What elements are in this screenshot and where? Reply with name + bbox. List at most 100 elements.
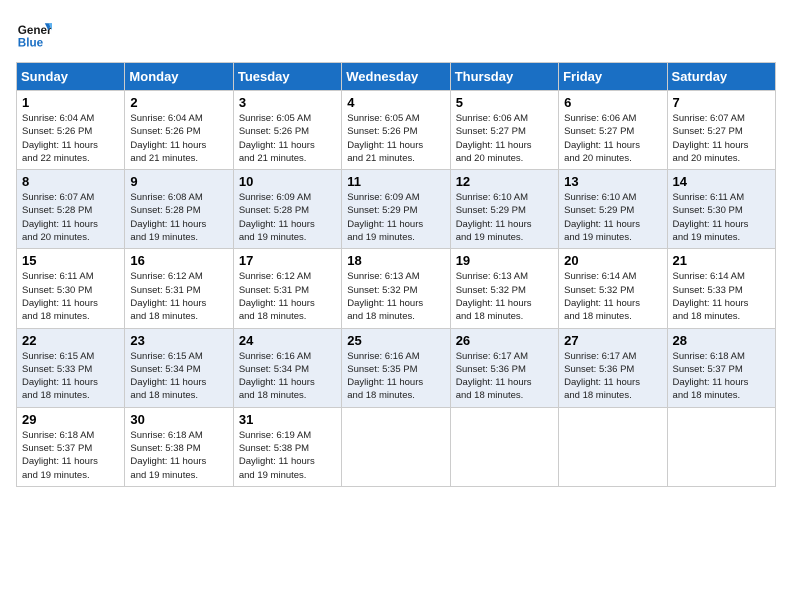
empty-cell <box>667 407 775 486</box>
day-cell-18: 18 Sunrise: 6:13 AM Sunset: 5:32 PM Dayli… <box>342 249 450 328</box>
day-number-30: 30 <box>130 412 227 427</box>
day-cell-29: 29 Sunrise: 6:18 AM Sunset: 5:37 PM Dayli… <box>17 407 125 486</box>
day-info-3: Sunrise: 6:05 AM Sunset: 5:26 PM Dayligh… <box>239 112 336 165</box>
day-info-4: Sunrise: 6:05 AM Sunset: 5:26 PM Dayligh… <box>347 112 444 165</box>
calendar-table: SundayMondayTuesdayWednesdayThursdayFrid… <box>16 62 776 487</box>
day-number-18: 18 <box>347 253 444 268</box>
day-number-2: 2 <box>130 95 227 110</box>
day-number-4: 4 <box>347 95 444 110</box>
day-cell-1: 1Sunrise: 6:04 AM Sunset: 5:26 PM Daylig… <box>17 91 125 170</box>
day-info-16: Sunrise: 6:12 AM Sunset: 5:31 PM Dayligh… <box>130 270 227 323</box>
day-info-9: Sunrise: 6:08 AM Sunset: 5:28 PM Dayligh… <box>130 191 227 244</box>
day-cell-30: 30 Sunrise: 6:18 AM Sunset: 5:38 PM Dayli… <box>125 407 233 486</box>
day-number-20: 20 <box>564 253 661 268</box>
day-cell-7: 7 Sunrise: 6:07 AM Sunset: 5:27 PM Daylig… <box>667 91 775 170</box>
day-number-25: 25 <box>347 333 444 348</box>
day-info-24: Sunrise: 6:16 AM Sunset: 5:34 PM Dayligh… <box>239 350 336 403</box>
day-info-31: Sunrise: 6:19 AM Sunset: 5:38 PM Dayligh… <box>239 429 336 482</box>
day-number-27: 27 <box>564 333 661 348</box>
day-cell-11: 11 Sunrise: 6:09 AM Sunset: 5:29 PM Dayli… <box>342 170 450 249</box>
day-cell-15: 15Sunrise: 6:11 AM Sunset: 5:30 PM Dayli… <box>17 249 125 328</box>
day-info-21: Sunrise: 6:14 AM Sunset: 5:33 PM Dayligh… <box>673 270 770 323</box>
day-number-6: 6 <box>564 95 661 110</box>
day-number-13: 13 <box>564 174 661 189</box>
day-cell-25: 25 Sunrise: 6:16 AM Sunset: 5:35 PM Dayli… <box>342 328 450 407</box>
svg-text:Blue: Blue <box>18 37 44 50</box>
logo: General Blue <box>16 16 58 52</box>
day-info-25: Sunrise: 6:16 AM Sunset: 5:35 PM Dayligh… <box>347 350 444 403</box>
day-info-29: Sunrise: 6:18 AM Sunset: 5:37 PM Dayligh… <box>22 429 119 482</box>
day-number-17: 17 <box>239 253 336 268</box>
weekday-header-friday: Friday <box>559 63 667 91</box>
day-number-23: 23 <box>130 333 227 348</box>
day-info-1: Sunrise: 6:04 AM Sunset: 5:26 PM Dayligh… <box>22 112 119 165</box>
day-number-12: 12 <box>456 174 553 189</box>
weekday-header-row: SundayMondayTuesdayWednesdayThursdayFrid… <box>17 63 776 91</box>
day-number-10: 10 <box>239 174 336 189</box>
day-number-24: 24 <box>239 333 336 348</box>
empty-cell <box>450 407 558 486</box>
day-cell-21: 21 Sunrise: 6:14 AM Sunset: 5:33 PM Dayli… <box>667 249 775 328</box>
day-cell-28: 28 Sunrise: 6:18 AM Sunset: 5:37 PM Dayli… <box>667 328 775 407</box>
day-cell-16: 16Sunrise: 6:12 AM Sunset: 5:31 PM Dayli… <box>125 249 233 328</box>
day-cell-31: 31 Sunrise: 6:19 AM Sunset: 5:38 PM Dayli… <box>233 407 341 486</box>
day-info-17: Sunrise: 6:12 AM Sunset: 5:31 PM Dayligh… <box>239 270 336 323</box>
day-cell-24: 24 Sunrise: 6:16 AM Sunset: 5:34 PM Dayli… <box>233 328 341 407</box>
day-cell-19: 19Sunrise: 6:13 AM Sunset: 5:32 PM Dayli… <box>450 249 558 328</box>
day-cell-2: 2 Sunrise: 6:04 AM Sunset: 5:26 PM Daylig… <box>125 91 233 170</box>
day-info-23: Sunrise: 6:15 AM Sunset: 5:34 PM Dayligh… <box>130 350 227 403</box>
weekday-header-sunday: Sunday <box>17 63 125 91</box>
day-info-13: Sunrise: 6:10 AM Sunset: 5:29 PM Dayligh… <box>564 191 661 244</box>
day-info-22: Sunrise: 6:15 AM Sunset: 5:33 PM Dayligh… <box>22 350 119 403</box>
day-number-21: 21 <box>673 253 770 268</box>
weekday-header-thursday: Thursday <box>450 63 558 91</box>
weekday-header-tuesday: Tuesday <box>233 63 341 91</box>
day-cell-12: 12 Sunrise: 6:10 AM Sunset: 5:29 PM Dayli… <box>450 170 558 249</box>
day-info-30: Sunrise: 6:18 AM Sunset: 5:38 PM Dayligh… <box>130 429 227 482</box>
day-number-11: 11 <box>347 174 444 189</box>
day-cell-26: 26Sunrise: 6:17 AM Sunset: 5:36 PM Dayli… <box>450 328 558 407</box>
day-number-7: 7 <box>673 95 770 110</box>
day-number-29: 29 <box>22 412 119 427</box>
day-number-9: 9 <box>130 174 227 189</box>
day-info-15: Sunrise: 6:11 AM Sunset: 5:30 PM Dayligh… <box>22 270 119 323</box>
day-number-31: 31 <box>239 412 336 427</box>
day-cell-5: 5Sunrise: 6:06 AM Sunset: 5:27 PM Daylig… <box>450 91 558 170</box>
day-info-7: Sunrise: 6:07 AM Sunset: 5:27 PM Dayligh… <box>673 112 770 165</box>
day-info-20: Sunrise: 6:14 AM Sunset: 5:32 PM Dayligh… <box>564 270 661 323</box>
day-info-18: Sunrise: 6:13 AM Sunset: 5:32 PM Dayligh… <box>347 270 444 323</box>
day-cell-9: 9 Sunrise: 6:08 AM Sunset: 5:28 PM Daylig… <box>125 170 233 249</box>
day-cell-6: 6 Sunrise: 6:06 AM Sunset: 5:27 PM Daylig… <box>559 91 667 170</box>
day-info-28: Sunrise: 6:18 AM Sunset: 5:37 PM Dayligh… <box>673 350 770 403</box>
day-info-27: Sunrise: 6:17 AM Sunset: 5:36 PM Dayligh… <box>564 350 661 403</box>
day-number-28: 28 <box>673 333 770 348</box>
day-cell-8: 8Sunrise: 6:07 AM Sunset: 5:28 PM Daylig… <box>17 170 125 249</box>
day-info-26: Sunrise: 6:17 AM Sunset: 5:36 PM Dayligh… <box>456 350 553 403</box>
day-info-5: Sunrise: 6:06 AM Sunset: 5:27 PM Dayligh… <box>456 112 553 165</box>
day-info-19: Sunrise: 6:13 AM Sunset: 5:32 PM Dayligh… <box>456 270 553 323</box>
week-row-1: 1Sunrise: 6:04 AM Sunset: 5:26 PM Daylig… <box>17 91 776 170</box>
empty-cell <box>342 407 450 486</box>
day-cell-13: 13 Sunrise: 6:10 AM Sunset: 5:29 PM Dayli… <box>559 170 667 249</box>
week-row-5: 29 Sunrise: 6:18 AM Sunset: 5:37 PM Dayli… <box>17 407 776 486</box>
day-info-6: Sunrise: 6:06 AM Sunset: 5:27 PM Dayligh… <box>564 112 661 165</box>
day-info-2: Sunrise: 6:04 AM Sunset: 5:26 PM Dayligh… <box>130 112 227 165</box>
day-number-3: 3 <box>239 95 336 110</box>
day-cell-14: 14 Sunrise: 6:11 AM Sunset: 5:30 PM Dayli… <box>667 170 775 249</box>
day-number-14: 14 <box>673 174 770 189</box>
day-info-12: Sunrise: 6:10 AM Sunset: 5:29 PM Dayligh… <box>456 191 553 244</box>
day-cell-22: 22 Sunrise: 6:15 AM Sunset: 5:33 PM Dayli… <box>17 328 125 407</box>
weekday-header-saturday: Saturday <box>667 63 775 91</box>
day-cell-10: 10 Sunrise: 6:09 AM Sunset: 5:28 PM Dayli… <box>233 170 341 249</box>
day-number-22: 22 <box>22 333 119 348</box>
day-cell-4: 4 Sunrise: 6:05 AM Sunset: 5:26 PM Daylig… <box>342 91 450 170</box>
weekday-header-monday: Monday <box>125 63 233 91</box>
day-info-14: Sunrise: 6:11 AM Sunset: 5:30 PM Dayligh… <box>673 191 770 244</box>
page-header: General Blue <box>16 16 776 52</box>
day-info-8: Sunrise: 6:07 AM Sunset: 5:28 PM Dayligh… <box>22 191 119 244</box>
day-cell-20: 20 Sunrise: 6:14 AM Sunset: 5:32 PM Dayli… <box>559 249 667 328</box>
week-row-4: 22 Sunrise: 6:15 AM Sunset: 5:33 PM Dayli… <box>17 328 776 407</box>
day-info-11: Sunrise: 6:09 AM Sunset: 5:29 PM Dayligh… <box>347 191 444 244</box>
empty-cell <box>559 407 667 486</box>
day-info-10: Sunrise: 6:09 AM Sunset: 5:28 PM Dayligh… <box>239 191 336 244</box>
